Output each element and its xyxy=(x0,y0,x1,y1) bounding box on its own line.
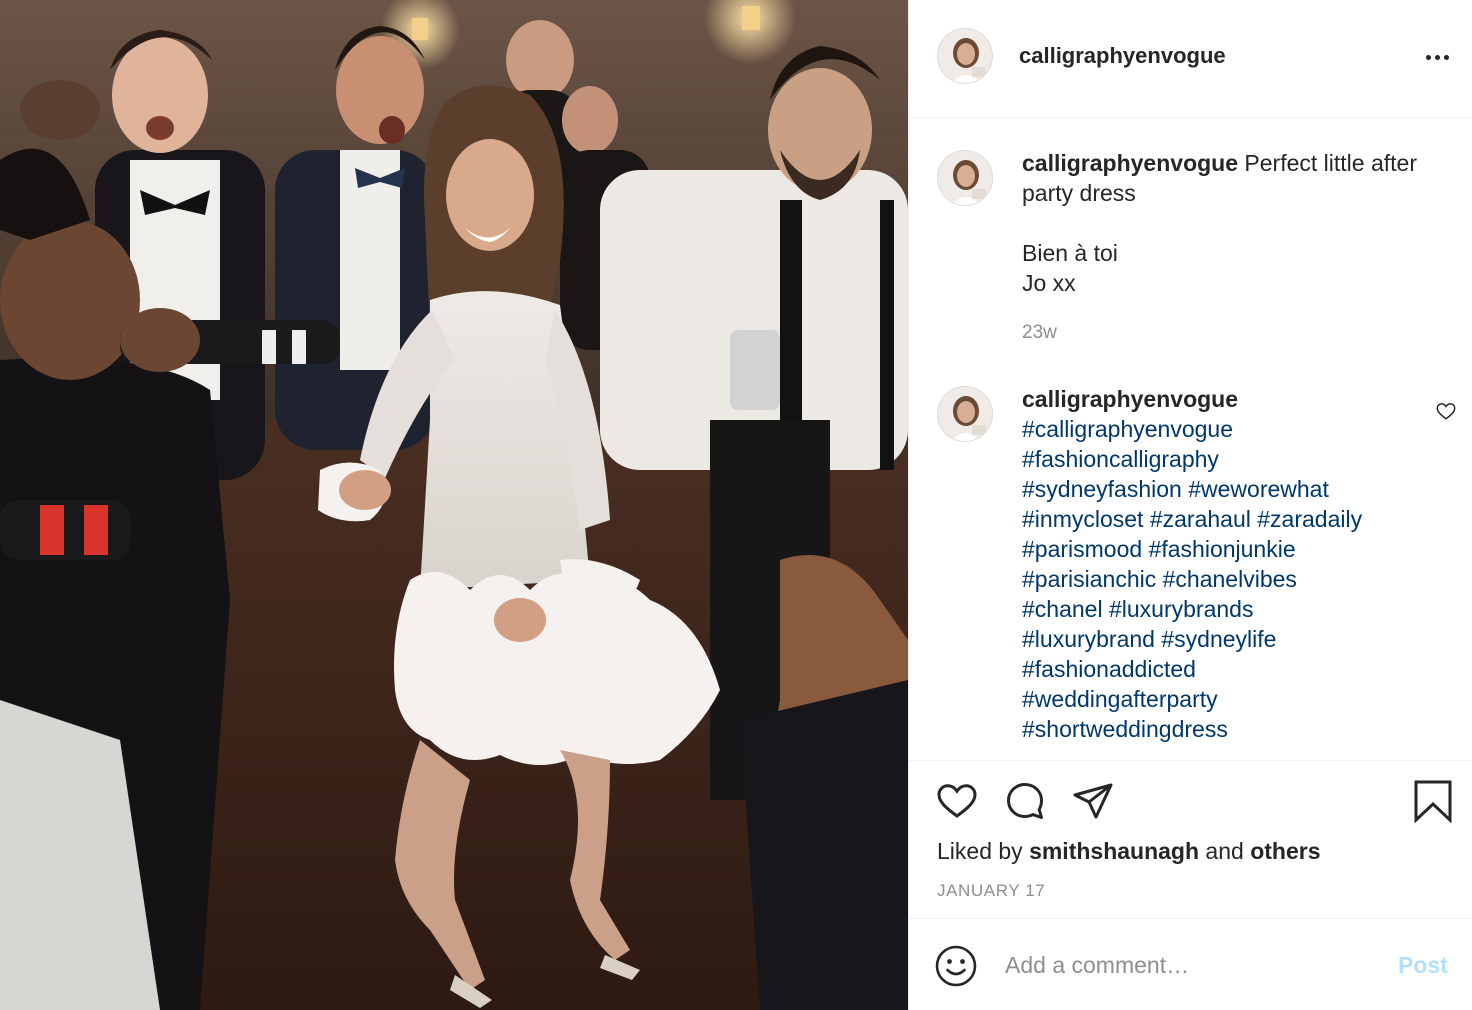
post-author-username[interactable]: calligraphyenvogue xyxy=(1019,43,1226,69)
caption-line-2: party dress xyxy=(1022,180,1136,206)
wedding-party-photo xyxy=(0,0,908,1010)
more-options-button[interactable] xyxy=(1421,44,1453,70)
avatar-image xyxy=(938,151,992,205)
heart-icon[interactable] xyxy=(935,779,979,823)
caption-line-1: Perfect little after xyxy=(1244,150,1417,176)
hashtag-link[interactable]: #inmycloset xyxy=(1022,506,1143,532)
hashtag-row: #sydneyfashion #weworewhat xyxy=(1022,474,1462,504)
hashtag-link[interactable]: #weworewhat xyxy=(1188,476,1329,502)
speech-bubble-icon[interactable] xyxy=(1003,779,1047,823)
post-actions: Liked by smithshaunagh and others JANUAR… xyxy=(909,760,1472,920)
post-details-panel: calligraphyenvogue calligraphyenvogue Pe… xyxy=(908,0,1472,1010)
hashtag-row: #weddingafterparty xyxy=(1022,684,1462,714)
liked-by-user[interactable]: smithshaunagh xyxy=(1029,838,1199,864)
hashtag-link[interactable]: #zaradaily xyxy=(1257,506,1362,532)
hashtag-row: #luxurybrand #sydneylife xyxy=(1022,624,1462,654)
hashtag-row: #parisianchic #chanelvibes xyxy=(1022,564,1462,594)
caption-timestamp[interactable]: 23w xyxy=(1022,318,1462,348)
hashtag-link[interactable]: #parismood xyxy=(1022,536,1142,562)
liked-by-others[interactable]: others xyxy=(1250,838,1320,864)
hashtag-link[interactable]: #luxurybrand xyxy=(1022,626,1155,652)
caption-signoff-2: Jo xx xyxy=(1022,270,1076,296)
post-photo[interactable] xyxy=(0,0,908,1010)
hashtag-link[interactable]: #weddingafterparty xyxy=(1022,686,1218,712)
hashtag-link[interactable]: #zarahaul xyxy=(1150,506,1251,532)
liked-by-joiner: and xyxy=(1205,838,1244,864)
comment-input[interactable] xyxy=(1005,947,1385,983)
heart-icon[interactable] xyxy=(1435,400,1457,422)
hashtag-link[interactable]: #sydneylife xyxy=(1161,626,1276,652)
hashtag-link[interactable]: #calligraphyenvogue xyxy=(1022,416,1233,442)
hashtag-row: #fashioncalligraphy xyxy=(1022,444,1462,474)
post-date[interactable]: JANUARY 17 xyxy=(937,881,1045,901)
post-header: calligraphyenvogue xyxy=(909,0,1472,118)
hashtag-link[interactable]: #shortweddingdress xyxy=(1022,716,1228,742)
caption-signoff-1: Bien à toi xyxy=(1022,240,1118,266)
hashtag-row: #shortweddingdress xyxy=(1022,714,1462,744)
avatar[interactable] xyxy=(937,150,993,206)
hashtag-row: #fashionaddicted xyxy=(1022,654,1462,684)
hashtag-row: #parismood #fashionjunkie xyxy=(1022,534,1462,564)
hashtag-row: #calligraphyenvogue xyxy=(1022,414,1462,444)
more-horizontal-icon xyxy=(1425,54,1431,60)
bookmark-icon[interactable] xyxy=(1411,779,1455,823)
avatar-image xyxy=(938,387,992,441)
avatar[interactable] xyxy=(937,386,993,442)
hashtag-row: #inmycloset #zarahaul #zaradaily xyxy=(1022,504,1462,534)
caption-username[interactable]: calligraphyenvogue xyxy=(1022,150,1238,176)
hashtag-link[interactable]: #fashionaddicted xyxy=(1022,656,1196,682)
hashtag-link[interactable]: #luxurybrands xyxy=(1109,596,1253,622)
avatar[interactable] xyxy=(937,28,993,84)
comments-list[interactable]: calligraphyenvogue Perfect little after … xyxy=(909,118,1472,760)
add-comment-bar: Post xyxy=(909,918,1472,1010)
paper-plane-icon[interactable] xyxy=(1071,779,1115,823)
hashtag-link[interactable]: #fashioncalligraphy xyxy=(1022,446,1219,472)
liked-by-prefix: Liked by xyxy=(937,838,1023,864)
hashtag-link[interactable]: #fashionjunkie xyxy=(1149,536,1296,562)
hashtag-link[interactable]: #parisianchic xyxy=(1022,566,1156,592)
hashtag-comment-text: calligraphyenvogue #calligraphyenvogue #f… xyxy=(1022,384,1462,744)
caption-text: calligraphyenvogue Perfect little after … xyxy=(1022,148,1462,348)
more-horizontal-icon-dot xyxy=(1434,54,1440,60)
hashtag-link[interactable]: #chanel xyxy=(1022,596,1103,622)
hashtag-link[interactable]: #sydneyfashion xyxy=(1022,476,1182,502)
likes-summary: Liked by smithshaunagh and others xyxy=(937,838,1320,865)
avatar-image xyxy=(938,29,992,83)
hashtag-row: #chanel #luxurybrands xyxy=(1022,594,1462,624)
comment-username[interactable]: calligraphyenvogue xyxy=(1022,384,1462,414)
post-comment-button[interactable]: Post xyxy=(1398,952,1448,979)
hashtag-link[interactable]: #chanelvibes xyxy=(1163,566,1297,592)
smiley-icon[interactable] xyxy=(935,945,977,987)
more-horizontal-icon-dot xyxy=(1443,54,1449,60)
hashtag-list: #calligraphyenvogue #fashioncalligraphy #s… xyxy=(1022,414,1462,744)
